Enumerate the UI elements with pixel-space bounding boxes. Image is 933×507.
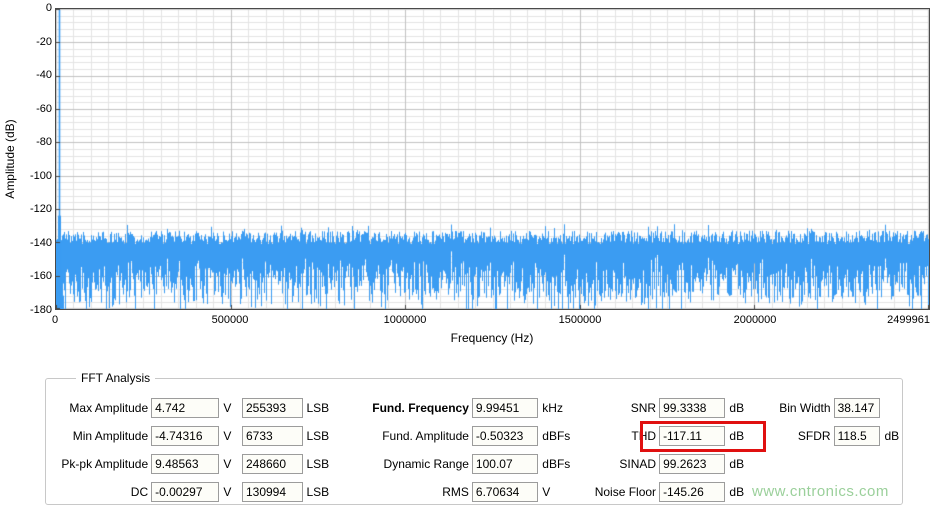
- label-pkpk-amplitude: Pk-pk Amplitude: [61, 457, 149, 471]
- field-fund-frequency[interactable]: 9.99451: [471, 398, 539, 418]
- unit-db: dB: [729, 401, 745, 415]
- field-row: Pk-pk Amplitude 9.48563 V 248660 LSB Dyn…: [46, 450, 902, 478]
- field-bin-width[interactable]: 38.147: [833, 398, 881, 418]
- y-tick-label: -180: [29, 304, 52, 316]
- label-noise-floor: Noise Floor: [594, 485, 657, 499]
- x-tick-label: 1000000: [383, 314, 427, 326]
- x-tick-label: 2499961: [887, 314, 930, 326]
- unit-volts: V: [223, 429, 232, 443]
- y-tick-label: -160: [29, 270, 52, 283]
- unit-volts: V: [542, 485, 551, 499]
- unit-volts: V: [223, 485, 232, 499]
- fields-grid: Max Amplitude 4.742 V 255393 LSB Fund. F…: [46, 394, 902, 506]
- field-max-amplitude-lsb[interactable]: 255393: [241, 398, 303, 418]
- label-max-amplitude: Max Amplitude: [69, 401, 149, 415]
- unit-db: dB: [729, 485, 745, 499]
- unit-lsb: LSB: [306, 429, 330, 443]
- field-dc-lsb[interactable]: 130994: [241, 482, 303, 502]
- unit-lsb: LSB: [306, 485, 330, 499]
- label-fund-amplitude: Fund. Amplitude: [382, 429, 469, 443]
- field-pkpk-amplitude-v[interactable]: 9.48563: [151, 454, 220, 474]
- label-rms: RMS: [442, 485, 469, 499]
- x-tick-label: 2000000: [733, 314, 777, 326]
- label-thd: THD: [631, 429, 657, 443]
- x-tick-label: 500000: [211, 314, 249, 326]
- y-tick-label: -60: [36, 102, 52, 115]
- y-tick-label: -140: [29, 236, 52, 249]
- field-noise-floor[interactable]: -145.26: [659, 482, 726, 502]
- field-dc-v[interactable]: -0.00297: [151, 482, 220, 502]
- field-pkpk-amplitude-lsb[interactable]: 248660: [241, 454, 303, 474]
- unit-db: dB: [729, 457, 745, 471]
- field-rms[interactable]: 6.70634: [471, 482, 539, 502]
- unit-dbfs: dBFs: [542, 457, 571, 471]
- y-tick-label: -100: [29, 169, 52, 182]
- label-sinad: SINAD: [619, 457, 657, 471]
- field-min-amplitude-lsb[interactable]: 6733: [241, 426, 303, 446]
- unit-volts: V: [223, 457, 232, 471]
- label-dc: DC: [130, 485, 149, 499]
- y-tick-label: -20: [36, 35, 52, 48]
- spectrum-canvas[interactable]: [56, 9, 929, 309]
- x-tick-label: 0: [51, 314, 59, 326]
- y-tick-label: -80: [36, 136, 52, 149]
- x-axis-title: Frequency (Hz): [450, 331, 534, 345]
- field-thd[interactable]: -117.11: [659, 426, 726, 446]
- field-sfdr[interactable]: 118.5: [833, 426, 881, 446]
- unit-lsb: LSB: [306, 401, 330, 415]
- plot-area[interactable]: [55, 8, 930, 310]
- y-tick-label: -40: [36, 69, 52, 82]
- unit-dbfs: dBFs: [542, 429, 571, 443]
- x-tick-label: 1500000: [558, 314, 602, 326]
- y-tick-label: -120: [29, 203, 52, 216]
- field-sinad[interactable]: 99.2623: [659, 454, 726, 474]
- field-row: DC -0.00297 V 130994 LSB RMS 6.70634 V N…: [46, 478, 902, 506]
- label-sfdr: SFDR: [797, 429, 831, 443]
- field-row: Min Amplitude -4.74316 V 6733 LSB Fund. …: [46, 422, 902, 450]
- y-axis-title: Amplitude (dB): [3, 119, 17, 199]
- field-max-amplitude-v[interactable]: 4.742: [151, 398, 220, 418]
- unit-volts: V: [223, 401, 232, 415]
- unit-lsb: LSB: [306, 457, 330, 471]
- label-bin-width: Bin Width: [779, 401, 831, 415]
- unit-db: dB: [729, 429, 745, 443]
- unit-db: dB: [884, 429, 900, 443]
- fft-analysis-groupbox: FFT Analysis Max Amplitude 4.742 V 25539…: [45, 371, 903, 506]
- field-fund-amplitude[interactable]: -0.50323: [471, 426, 539, 446]
- field-min-amplitude-v[interactable]: -4.74316: [151, 426, 220, 446]
- label-dynamic-range: Dynamic Range: [383, 457, 469, 471]
- label-snr: SNR: [630, 401, 657, 415]
- unit-khz: kHz: [542, 401, 563, 415]
- label-min-amplitude: Min Amplitude: [72, 429, 149, 443]
- y-tick-label: 0: [45, 2, 52, 14]
- field-row: Max Amplitude 4.742 V 255393 LSB Fund. F…: [46, 394, 902, 422]
- groupbox-title: FFT Analysis: [76, 371, 156, 385]
- fft-spectrum-chart: Amplitude (dB) Frequency (Hz) 0 -20 -40 -60…: [0, 0, 933, 352]
- field-snr[interactable]: 99.3338: [659, 398, 726, 418]
- field-dynamic-range[interactable]: 100.07: [471, 454, 539, 474]
- label-fund-frequency: Fund. Frequency: [372, 401, 469, 415]
